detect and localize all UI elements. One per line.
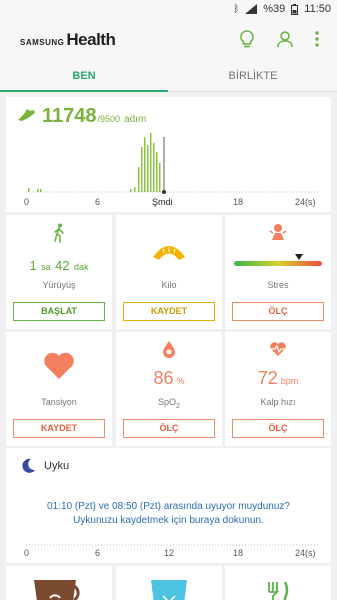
- stress-person-icon: [269, 224, 287, 240]
- scale-gauge-icon: [153, 246, 185, 260]
- coffee-cup-icon: [34, 580, 80, 600]
- sleep-tick-0: 0: [24, 548, 30, 558]
- blood-drop-icon: [163, 341, 175, 358]
- stress-label: Stres: [267, 280, 289, 290]
- blood-pressure-tile[interactable]: Tansiyon KAYDET: [6, 332, 112, 446]
- battery-icon: [291, 3, 299, 15]
- save-blood-pressure-button[interactable]: KAYDET: [13, 419, 105, 438]
- tab-bar: BEN BİRLİKTE: [0, 60, 337, 92]
- heart-rate-icon: [270, 342, 286, 356]
- battery-percent: %39: [263, 3, 286, 15]
- brand-samsung: SAMSUNG: [20, 38, 65, 47]
- walking-hours-unit: sa: [41, 262, 51, 272]
- blood-pressure-label: Tansiyon: [41, 397, 77, 407]
- fork-knife-icon: [268, 582, 289, 600]
- steps-tick-6: 6: [95, 197, 101, 207]
- walking-tile[interactable]: 1 sa 42 dak Yürüyüş BAŞLAT: [6, 215, 112, 329]
- weight-tile[interactable]: Kilo KAYDET: [116, 215, 222, 329]
- spo2-label: SpO2: [158, 397, 180, 410]
- sleep-timeline: [26, 544, 320, 546]
- signal-icon: [245, 4, 258, 14]
- clock: 11:50: [304, 3, 331, 15]
- walking-hours: 1: [29, 258, 37, 273]
- steps-tick-24: 24(s): [295, 197, 316, 207]
- tab-ben[interactable]: BEN: [0, 60, 168, 92]
- caffeine-tile[interactable]: [6, 566, 112, 600]
- sleep-tick-12: 12: [164, 548, 175, 558]
- stress-tile[interactable]: Stres ÖLÇ: [225, 215, 331, 329]
- spo2-tile[interactable]: 86% SpO2 ÖLÇ: [116, 332, 222, 446]
- steps-tick-18: 18: [233, 197, 244, 207]
- water-tile[interactable]: [116, 566, 222, 600]
- measure-spo2-button[interactable]: ÖLÇ: [123, 419, 215, 438]
- steps-chart: [26, 133, 320, 194]
- spo2-unit: %: [176, 376, 185, 386]
- steps-tick-0: 0: [24, 197, 30, 207]
- measure-heart-rate-button[interactable]: ÖLÇ: [232, 419, 324, 438]
- heart-rate-unit: bpm: [280, 376, 299, 386]
- status-bar: ᛒ %39 11:50: [0, 0, 337, 20]
- app-logo: SAMSUNG Health: [20, 30, 116, 50]
- stress-level-bar: [234, 254, 322, 266]
- bluetooth-icon: ᛒ: [233, 3, 240, 15]
- steps-tick-now: Şmdi: [152, 197, 173, 207]
- food-tile[interactable]: [225, 566, 331, 600]
- walking-person-icon: [54, 223, 64, 243]
- account-icon[interactable]: [277, 30, 293, 48]
- walking-minutes-unit: dak: [74, 262, 89, 272]
- heart-rate-value: 72: [257, 368, 278, 388]
- sleep-tick-6: 6: [95, 548, 101, 558]
- lightbulb-icon[interactable]: [239, 30, 255, 48]
- sleep-card[interactable]: Uyku 01:10 (Pzt) ve 08:50 (Pzt) arasında…: [6, 448, 331, 563]
- more-options-icon[interactable]: [315, 31, 319, 47]
- steps-card[interactable]: 11748 /9500 adım 0 6 Şmdi 18 24(s): [6, 97, 331, 212]
- walking-label: Yürüyüş: [42, 280, 76, 290]
- measure-stress-button[interactable]: ÖLÇ: [232, 302, 324, 321]
- save-weight-button[interactable]: KAYDET: [123, 302, 215, 321]
- tab-birlikte[interactable]: BİRLİKTE: [169, 60, 337, 92]
- start-walking-button[interactable]: BAŞLAT: [13, 302, 105, 321]
- steps-bars: [28, 133, 161, 192]
- walking-minutes: 42: [55, 258, 70, 273]
- weight-label: Kilo: [161, 280, 177, 290]
- brand-health: Health: [66, 30, 116, 49]
- heart-rate-tile[interactable]: 72 bpm Kalp hızı ÖLÇ: [225, 332, 331, 446]
- heart-rate-label: Kalp hızı: [260, 397, 296, 407]
- heart-icon: [44, 352, 74, 379]
- spo2-value: 86: [153, 368, 174, 388]
- water-glass-icon: [151, 580, 187, 600]
- app-bar: SAMSUNG Health: [0, 20, 337, 60]
- sleep-tick-18: 18: [233, 548, 244, 558]
- sleep-tick-24: 24(s): [295, 548, 316, 558]
